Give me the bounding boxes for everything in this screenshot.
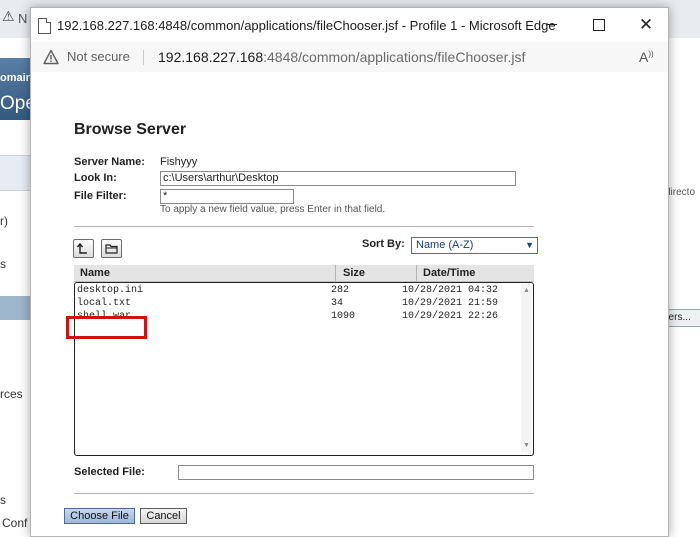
page-title: Browse Server (74, 121, 187, 138)
url-path: :4848/common/applications/fileChooser.js… (263, 49, 526, 65)
look-in-input[interactable]: c:\Users\arthur\Desktop (160, 171, 516, 186)
background-nav-item[interactable]: s (0, 257, 6, 271)
security-status[interactable]: Not secure (67, 49, 130, 64)
selected-file-input[interactable] (178, 465, 534, 480)
file-date: 10/29/2021 21:59 (402, 298, 499, 309)
warning-icon: ⚠ (2, 8, 15, 24)
read-aloud-icon[interactable]: A)) (639, 49, 654, 65)
look-in-label: Look In: (74, 172, 117, 184)
background-nav-item[interactable]: rces (0, 387, 23, 401)
background-nav-item[interactable]: s (0, 493, 6, 507)
background-nav-selected[interactable] (0, 296, 32, 320)
background-right-text: directo (665, 187, 696, 198)
list-item[interactable]: local.txt 34 10/29/2021 21:59 (75, 298, 505, 311)
divider (74, 226, 534, 227)
file-size: 34 (331, 298, 344, 309)
file-size: 1090 (331, 311, 356, 322)
file-size: 282 (331, 285, 350, 296)
file-chooser-page: Browse Server Server Name: Fishyyy Look … (31, 72, 668, 536)
file-filter-label: File Filter: (74, 190, 127, 202)
warning-icon[interactable] (43, 49, 59, 65)
up-folder-icon (76, 242, 87, 254)
chevron-down-icon: ▼ (525, 240, 534, 250)
url-text[interactable]: 192.168.227.168:4848/common/applications… (158, 49, 525, 65)
server-name-label: Server Name: (74, 156, 145, 168)
window-title: 192.168.227.168:4848/common/applications… (57, 18, 556, 33)
selected-file-label: Selected File: (74, 466, 145, 478)
browser-popup-window: 192.168.227.168:4848/common/applications… (30, 7, 669, 537)
close-icon: ✕ (638, 15, 654, 34)
divider (74, 493, 534, 494)
file-list-header: Name Size Date/Time (74, 265, 534, 282)
file-date: 10/28/2021 04:32 (402, 285, 499, 296)
column-name[interactable]: Name (80, 265, 110, 281)
background-banner-line1: omain (0, 72, 33, 84)
column-divider[interactable] (335, 265, 336, 281)
sort-by-label: Sort By: (362, 238, 405, 250)
minimize-button[interactable] (534, 14, 568, 36)
scroll-down-icon[interactable]: ▼ (523, 442, 530, 449)
column-divider[interactable] (416, 265, 417, 281)
background-nav-item[interactable]: r) (0, 214, 8, 228)
folder-icon (105, 244, 118, 254)
scrollbar[interactable]: ▲ ▼ (521, 284, 532, 452)
background-nav-bar (0, 155, 32, 191)
file-filter-input[interactable]: * (160, 189, 294, 204)
background-nav-item[interactable]: Conf (2, 516, 27, 530)
maximize-button[interactable] (582, 14, 616, 36)
background-banner: omain Ope (0, 58, 36, 120)
list-item[interactable]: desktop.ini 282 10/28/2021 04:32 (75, 285, 505, 298)
server-name-value: Fishyyy (160, 156, 198, 168)
annotation-highlight-box (66, 316, 147, 339)
file-list[interactable]: desktop.ini 282 10/28/2021 04:32 local.t… (74, 282, 534, 456)
column-date[interactable]: Date/Time (423, 265, 475, 281)
address-divider (143, 50, 144, 65)
new-folder-button[interactable] (101, 239, 122, 258)
sort-by-value: Name (A-Z) (416, 239, 474, 251)
minimize-icon (545, 24, 557, 26)
column-size[interactable]: Size (343, 265, 365, 281)
close-button[interactable]: ✕ (629, 14, 663, 36)
file-name: desktop.ini (77, 285, 144, 296)
sort-by-select[interactable]: Name (A-Z) ▼ (411, 237, 538, 254)
hint-text: To apply a new field value, press Enter … (160, 204, 386, 215)
cancel-button[interactable]: Cancel (140, 508, 187, 524)
background-tab-title: N (18, 11, 28, 26)
page-icon (38, 18, 51, 34)
file-name: local.txt (77, 298, 132, 309)
choose-file-button[interactable]: Choose File (64, 508, 135, 524)
url-host: 192.168.227.168 (158, 49, 264, 65)
scroll-up-icon[interactable]: ▲ (523, 287, 530, 294)
up-folder-button[interactable] (73, 239, 94, 258)
address-bar[interactable]: Not secure 192.168.227.168:4848/common/a… (31, 42, 668, 73)
maximize-icon (593, 19, 605, 31)
file-date: 10/29/2021 22:26 (402, 311, 499, 322)
title-bar[interactable]: 192.168.227.168:4848/common/applications… (31, 8, 668, 42)
